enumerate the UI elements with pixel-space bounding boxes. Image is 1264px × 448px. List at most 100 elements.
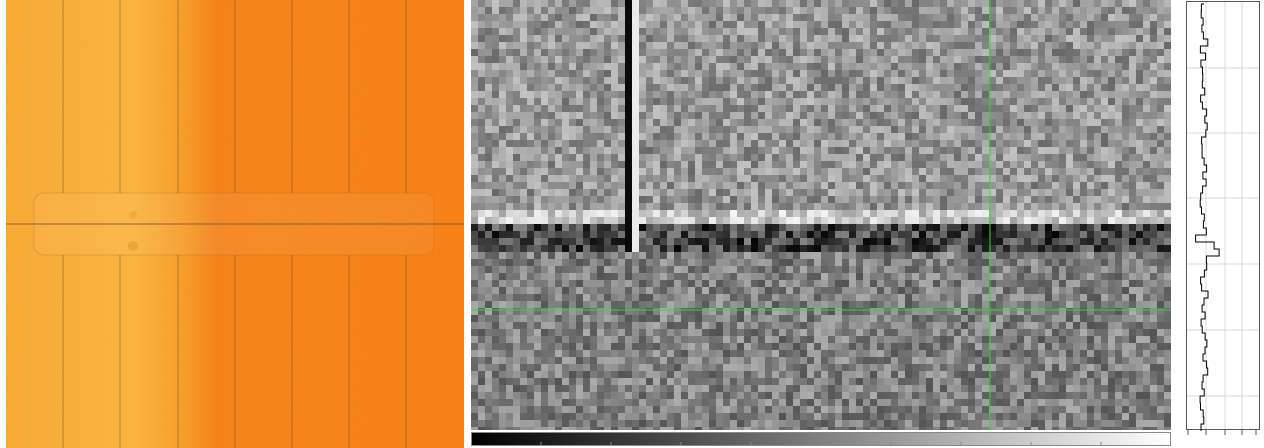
zoom-pixel — [555, 336, 562, 343]
zoom-pixel — [996, 224, 1003, 231]
zoom-pixel — [807, 70, 814, 77]
zoom-pixel — [940, 154, 947, 161]
zoom-pixel — [1115, 49, 1122, 56]
zoom-pixel — [821, 63, 828, 70]
zoom-pixel — [1108, 287, 1115, 294]
zoom-pixel — [863, 245, 870, 252]
zoom-pixel — [1031, 77, 1038, 84]
zoom-pixel — [1031, 329, 1038, 336]
zoom-pixel — [793, 42, 800, 49]
zoom-pixel — [926, 259, 933, 266]
zoom-pixel — [1052, 28, 1059, 35]
zoomed-region-svg[interactable] — [471, 0, 1171, 430]
zoom-pixel — [856, 140, 863, 147]
zoom-pixel — [548, 168, 555, 175]
zoom-pixel — [800, 203, 807, 210]
zoom-pixel — [968, 14, 975, 21]
zoom-pixel — [751, 126, 758, 133]
zoom-pixel — [933, 238, 940, 245]
zoom-pixel — [646, 154, 653, 161]
zoom-pixel — [492, 49, 499, 56]
zoom-pixel — [1066, 0, 1073, 7]
zoom-pixel — [485, 301, 492, 308]
zoom-pixel — [1164, 280, 1171, 287]
zoom-pixel — [1087, 147, 1094, 154]
zoom-pixel — [807, 196, 814, 203]
zoom-pixel — [471, 91, 478, 98]
zoom-pixel — [534, 49, 541, 56]
zoom-pixel — [975, 301, 982, 308]
zoom-pixel — [1122, 98, 1129, 105]
zoom-pixel — [730, 224, 737, 231]
zoom-pixel — [1094, 70, 1101, 77]
zoom-pixel — [779, 329, 786, 336]
zoom-pixel — [611, 77, 618, 84]
zoom-pixel — [996, 77, 1003, 84]
zoom-pixel — [828, 28, 835, 35]
zoom-pixel — [723, 252, 730, 259]
zoom-pixel — [877, 301, 884, 308]
zoom-pixel — [863, 259, 870, 266]
zoom-pixel — [940, 231, 947, 238]
zoom-pixel — [1094, 259, 1101, 266]
zoom-pixel — [1094, 308, 1101, 315]
zoom-pixel — [814, 133, 821, 140]
zoom-pixel — [968, 42, 975, 49]
zoom-pixel — [576, 105, 583, 112]
zoom-pixel — [828, 252, 835, 259]
zoom-pixel — [1052, 294, 1059, 301]
zoom-pixel — [982, 21, 989, 28]
zoom-pixel — [681, 259, 688, 266]
zoom-pixel — [1024, 0, 1031, 7]
zoom-pixel — [849, 70, 856, 77]
zoom-pixel — [653, 28, 660, 35]
zoom-pixel — [1108, 231, 1115, 238]
zoom-pixel — [555, 308, 562, 315]
zoom-pixel — [884, 91, 891, 98]
zoom-pixel — [548, 70, 555, 77]
zoom-pixel — [807, 182, 814, 189]
zoom-pixel — [541, 203, 548, 210]
zoom-pixel — [660, 84, 667, 91]
zoom-pixel — [940, 98, 947, 105]
zoom-pixel — [1059, 252, 1066, 259]
zoom-pixel — [1080, 252, 1087, 259]
zoom-pixel — [933, 182, 940, 189]
zoom-pixel — [1101, 14, 1108, 21]
zoom-pixel — [1024, 301, 1031, 308]
zoom-pixel — [779, 322, 786, 329]
zoom-pixel — [681, 168, 688, 175]
zoom-pixel — [499, 175, 506, 182]
zoom-pixel — [660, 133, 667, 140]
zoom-pixel — [520, 217, 527, 224]
zoom-pixel — [492, 105, 499, 112]
zoom-pixel — [961, 119, 968, 126]
zoom-pixel — [828, 196, 835, 203]
zoom-pixel — [849, 63, 856, 70]
zoom-pixel — [807, 161, 814, 168]
zoom-pixel — [1052, 49, 1059, 56]
zoom-pixel — [674, 308, 681, 315]
zoom-pixel — [982, 147, 989, 154]
zoom-pixel — [716, 35, 723, 42]
zoom-pixel — [751, 224, 758, 231]
zoom-pixel — [1059, 119, 1066, 126]
zoom-pixel — [814, 245, 821, 252]
zoom-pixel — [751, 175, 758, 182]
zoom-pixel — [1136, 35, 1143, 42]
zoom-pixel — [968, 56, 975, 63]
zoom-pixel — [828, 168, 835, 175]
detector-overview-svg[interactable] — [6, 0, 464, 448]
detector-overview-image[interactable] — [6, 0, 464, 448]
zoom-pixel — [744, 49, 751, 56]
zoom-pixel — [723, 294, 730, 301]
artifact-spot — [129, 211, 137, 219]
zoom-pixel — [688, 336, 695, 343]
zoom-pixel — [527, 0, 534, 7]
zoom-pixel — [912, 189, 919, 196]
zoom-pixel — [1038, 77, 1045, 84]
zoom-pixel — [1024, 14, 1031, 21]
zoomed-region-image[interactable] — [471, 0, 1171, 430]
zoom-pixel — [723, 217, 730, 224]
zoom-pixel — [1017, 14, 1024, 21]
